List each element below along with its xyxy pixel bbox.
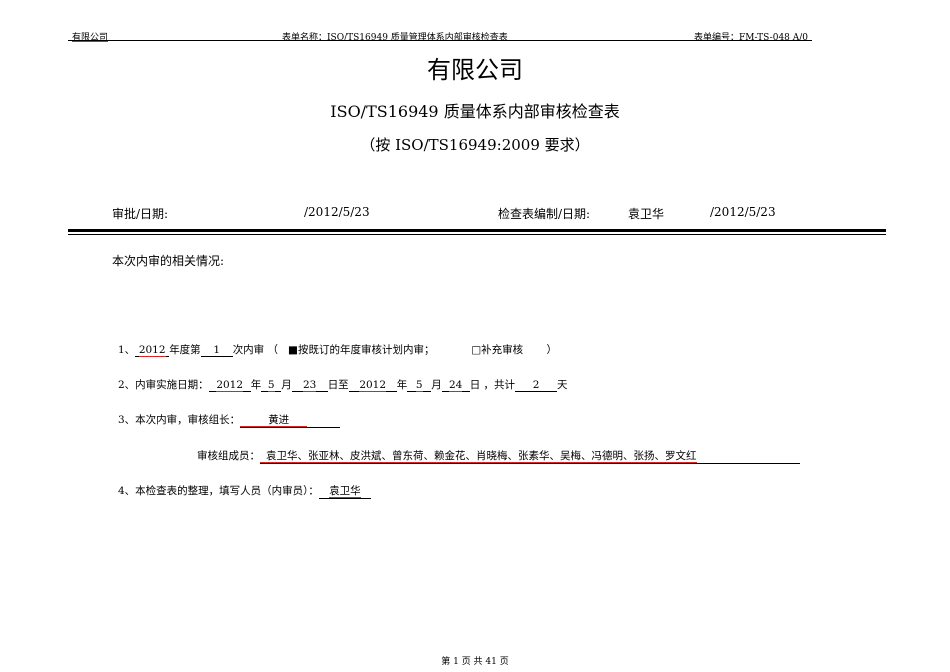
page-number: 第 1 页 共 41 页 [441, 657, 509, 667]
item-4: 4、本检查表的整理，填写人员（内审员）： 袁卫华 [118, 483, 371, 499]
checkbox-planned-audit[interactable]: ■ [288, 344, 298, 356]
compiler-name: 袁卫华 [628, 207, 665, 221]
option-planned-audit: 按既订的年度审核计划内审； [297, 344, 435, 356]
end-year: 2012 [359, 379, 387, 392]
item-2: 2、内审实施日期： 2012 年 5 月 23 日至 2012 年 5 月 24 日 ，共计 2 天 [118, 377, 568, 392]
start-year: 2012 [216, 379, 244, 392]
item2-to-text: 日至 [327, 379, 349, 391]
option-supplementary-audit: 补充审核 [481, 344, 524, 356]
divider-rule [68, 229, 886, 235]
document-title-text: ISO/TS16949 质量体系内部审核检查表 [330, 102, 620, 121]
header-rule [68, 40, 812, 41]
item1-prefix: 1、 [118, 344, 136, 356]
checkbox-supplementary-audit[interactable]: □ [471, 344, 481, 356]
compile-date: /2012/5/23 [710, 205, 776, 219]
header-form-no: 表单编号：FM-TS-048 A/0 [694, 33, 809, 43]
item2-month-text-2: 月 [431, 379, 442, 391]
approve-label: 审批/日期: [112, 207, 169, 221]
item-3: 3、本次内审，审核组长： 黄进 [118, 412, 341, 428]
item2-year-text-2: 年 [396, 379, 408, 391]
end-day: 24 [449, 379, 463, 392]
document-subtitle: （按 ISO/TS16949:2009 要求） [360, 136, 590, 154]
item2-month-text: 月 [281, 379, 292, 391]
item1-year: 2012 [138, 344, 166, 357]
document-title: ISO/TS16949 质量体系内部审核检查表 [0, 98, 950, 122]
item1-count: 1 [200, 344, 233, 357]
end-month: 5 [415, 379, 423, 392]
filler-label: 4、本检查表的整理，填写人员（内审员）： [118, 485, 319, 497]
members-label: 审核组成员： [197, 450, 260, 462]
filler-name: 袁卫华 [329, 485, 361, 498]
leader-label: 3、本次内审，审核组长： [118, 414, 241, 426]
item2-year-text: 年 [250, 379, 262, 391]
section-title: 本次内审的相关情况: [112, 254, 225, 268]
audit-leader: 黄进 [240, 414, 308, 427]
compile-label: 检查表编制/日期: [498, 207, 591, 221]
item2-prefix: 2、内审实施日期： [118, 379, 209, 391]
item1-text1: 年度第 [169, 344, 201, 356]
item1-close: ） [546, 344, 557, 356]
audit-members: 袁卫华、张亚林、皮洪斌、曾东荷、赖金花、肖晓梅、张素华、吴梅、冯德明、张扬、罗文… [260, 450, 697, 463]
item-1: 1、 2012 年度第 1 次内审 （ ■按既订的年度审核计划内审； □补充审核 ） [118, 342, 557, 357]
approve-date: /2012/5/23 [304, 205, 370, 219]
start-month: 5 [267, 379, 275, 392]
start-day: 23 [303, 379, 317, 392]
item2-unit: 天 [557, 379, 568, 391]
document-page: 有限公司 表单名称：ISO/TS16949 质量管理体系内部审核检查表 表单编号… [0, 0, 950, 672]
header-form-name: 表单名称：ISO/TS16949 质量管理体系内部审核检查表 [282, 33, 508, 43]
total-days: 2 [515, 379, 558, 392]
item1-text2: 次内审 （ [232, 344, 279, 356]
item-3-members: 审核组成员： 袁卫华、张亚林、皮洪斌、曾东荷、赖金花、肖晓梅、张素华、吴梅、冯德明… [197, 448, 800, 464]
item2-day-text: 日 ，共计 [469, 379, 516, 391]
company-title: 有限公司 [427, 56, 523, 84]
header-company: 有限公司 [72, 33, 109, 43]
